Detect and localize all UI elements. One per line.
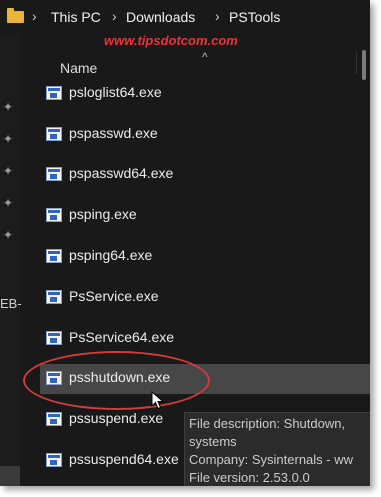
file-name: pssuspend.exe [69, 410, 164, 426]
exe-file-icon [46, 331, 62, 345]
exe-file-icon [46, 167, 62, 181]
breadcrumb-this-pc[interactable]: This PC [51, 9, 101, 25]
file-name: PsService64.exe [69, 329, 175, 345]
tooltip-description: File description: Shutdown, [189, 416, 346, 431]
tooltip-description-cont: systems [189, 434, 237, 449]
file-row[interactable]: psping64.exe [40, 242, 370, 272]
exe-file-icon [46, 86, 62, 100]
file-name: pspasswd64.exe [69, 165, 174, 181]
file-name: pspasswd.exe [69, 125, 158, 141]
file-name: pssuspend64.exe [69, 451, 179, 467]
chevron-right-icon: › [32, 8, 37, 24]
pin-icon: ✦ [3, 132, 14, 146]
watermark: www.tipsdotcom.com [104, 33, 238, 48]
folder-icon [7, 8, 24, 23]
exe-file-icon [46, 127, 62, 141]
file-name: psping.exe [69, 206, 137, 222]
tooltip-version: File version: 2.53.0.0 [189, 470, 310, 485]
pin-icon: ✦ [3, 164, 14, 178]
file-row[interactable]: psping.exe [40, 201, 370, 231]
file-row[interactable]: pspasswd64.exe [40, 160, 370, 190]
navigation-pane: ✦ ✦ ✦ ✦ ✦ EB- [0, 34, 22, 486]
pin-icon: ✦ [3, 100, 14, 114]
pin-icon: ✦ [3, 196, 14, 210]
file-info-tooltip: File description: Shutdown, systems Comp… [184, 412, 370, 486]
file-name: psloglist64.exe [69, 84, 162, 100]
file-explorer-window: › This PC › Downloads › PSTools www.tips… [0, 0, 370, 486]
breadcrumb-downloads[interactable]: Downloads [126, 9, 195, 25]
highlight-ellipse [23, 351, 210, 410]
file-row[interactable]: PsService.exe [40, 283, 370, 313]
exe-file-icon [46, 290, 62, 304]
file-name: PsService.exe [69, 288, 159, 304]
file-row[interactable]: pspasswd.exe [40, 120, 370, 150]
sort-ascending-icon: ^ [202, 50, 208, 64]
mouse-cursor-icon [151, 391, 165, 410]
breadcrumb-pstools[interactable]: PSTools [229, 9, 280, 25]
scrollbar-thumb[interactable] [362, 50, 366, 80]
file-row[interactable]: PsService64.exe [40, 324, 370, 354]
pin-icon: ✦ [3, 228, 14, 242]
column-divider[interactable] [356, 52, 357, 74]
chevron-right-icon: › [215, 8, 220, 24]
file-name: psping64.exe [69, 247, 153, 263]
exe-file-icon [46, 249, 62, 263]
exe-file-icon [46, 208, 62, 222]
file-row[interactable]: psloglist64.exe [40, 79, 370, 109]
exe-file-icon [46, 453, 62, 467]
chevron-right-icon: › [112, 8, 117, 24]
exe-file-icon [46, 412, 62, 426]
column-header-name[interactable]: Name [60, 60, 97, 76]
tooltip-company: Company: Sysinternals - ww [189, 452, 353, 467]
address-bar[interactable]: › This PC › Downloads › PSTools [0, 0, 370, 34]
nav-item-partial[interactable]: EB- [0, 296, 22, 311]
nav-item-selected[interactable] [0, 466, 20, 486]
